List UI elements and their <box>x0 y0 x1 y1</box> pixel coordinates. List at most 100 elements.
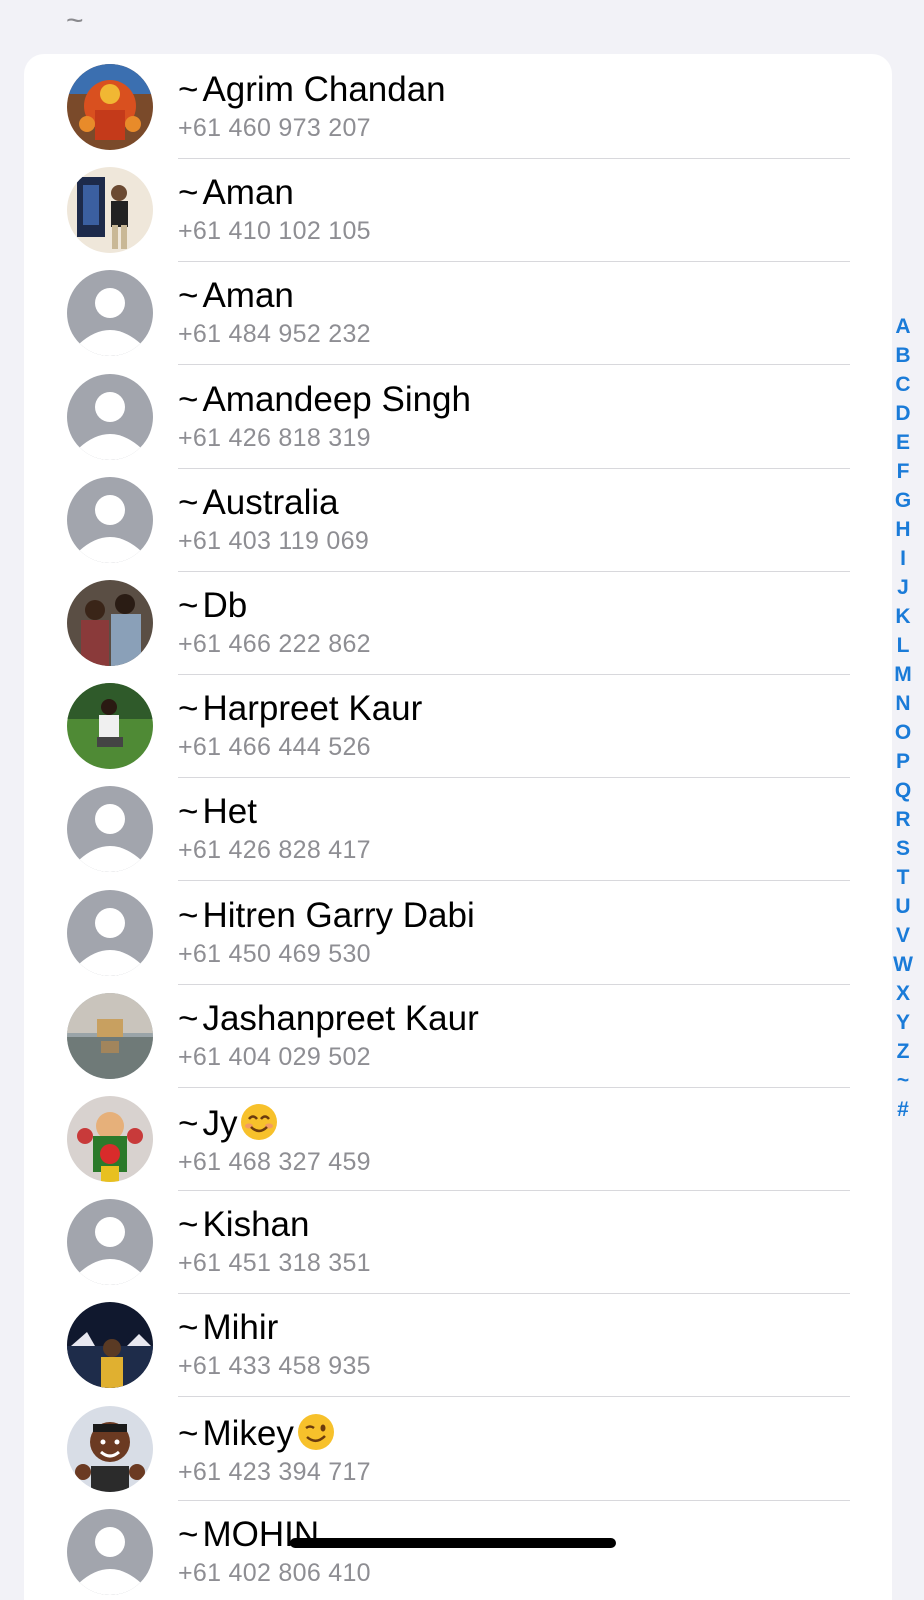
section-header: ~ <box>66 4 84 37</box>
contact-name-text: Harpreet Kaur <box>202 689 423 729</box>
contact-avatar <box>67 992 153 1079</box>
contact-name: ~ Mikey <box>178 1412 371 1454</box>
contact-row[interactable]: ~ Jy +61 468 327 459 <box>24 1086 892 1191</box>
index-letter[interactable]: A <box>895 312 910 341</box>
contact-name: ~ Het <box>178 792 371 832</box>
contact-row[interactable]: ~ Agrim Chandan +61 460 973 207 <box>24 54 892 159</box>
contact-name-text: Amandeep Singh <box>202 379 471 419</box>
default-person-icon <box>67 476 153 563</box>
contact-name-text: Db <box>202 586 248 625</box>
index-letter[interactable]: Q <box>895 776 911 805</box>
index-letter[interactable]: # <box>897 1095 909 1124</box>
contact-phone: +61 450 469 530 <box>178 939 371 968</box>
contact-row[interactable]: ~ Mihir +61 433 458 935 <box>24 1292 892 1398</box>
index-letter[interactable]: N <box>895 689 910 718</box>
contact-name: ~ MOHIN <box>178 1515 371 1555</box>
contact-avatar <box>67 1405 153 1492</box>
contact-row[interactable]: ~ Harpreet Kaur +61 466 444 526 <box>24 673 892 779</box>
index-letter[interactable]: G <box>895 486 911 515</box>
index-letter[interactable]: R <box>895 805 910 834</box>
tilde-prefix: ~ <box>178 1205 199 1245</box>
contact-name-text: Aman <box>202 276 294 316</box>
contact-phone: +61 468 327 459 <box>178 1148 371 1176</box>
default-person-icon <box>67 1508 153 1595</box>
index-letter[interactable]: O <box>895 718 911 747</box>
contact-phone: +61 451 318 351 <box>178 1249 371 1278</box>
tilde-prefix: ~ <box>178 1104 199 1143</box>
index-letter[interactable]: Y <box>896 1008 910 1037</box>
contact-avatar <box>67 580 153 666</box>
contact-phone: +61 426 828 417 <box>178 836 371 865</box>
contact-name-text: Mikey <box>202 1413 294 1453</box>
tilde-prefix: ~ <box>178 482 199 522</box>
contact-avatar <box>67 167 153 254</box>
contact-row[interactable]: ~ Het +61 426 828 417 <box>24 776 892 882</box>
index-letter[interactable]: D <box>895 399 910 428</box>
contact-name: ~ Agrim Chandan <box>178 70 446 110</box>
contact-row[interactable]: ~ Aman +61 410 102 105 <box>24 157 892 263</box>
index-letter[interactable]: E <box>896 428 910 457</box>
default-person-icon <box>67 1199 153 1286</box>
index-letter[interactable]: L <box>897 631 910 660</box>
contact-phone: +61 423 394 717 <box>178 1457 371 1486</box>
contact-avatar <box>67 1096 153 1182</box>
contact-name-text: Jy <box>202 1104 238 1143</box>
contact-row[interactable]: ~ Db +61 466 222 862 <box>24 570 892 675</box>
index-letter[interactable]: S <box>896 834 910 863</box>
index-letter[interactable]: C <box>895 370 910 399</box>
home-indicator <box>290 1538 616 1548</box>
contact-list[interactable]: ~ Agrim Chandan +61 460 973 207 ~ Aman +61 4… <box>24 54 892 1600</box>
index-letter[interactable]: K <box>895 602 910 631</box>
alphabet-index[interactable]: A B C D E F G H I J K L M N O P Q R S T U V W X Y Z ~ # <box>888 312 918 1124</box>
index-letter[interactable]: I <box>900 544 906 573</box>
contact-phone: +61 466 222 862 <box>178 630 371 658</box>
index-letter[interactable]: T <box>897 863 910 892</box>
contact-row[interactable]: ~ MOHIN +61 402 806 410 <box>24 1499 892 1600</box>
contact-name: ~ Db <box>178 586 371 626</box>
index-letter[interactable]: V <box>896 921 910 950</box>
tilde-prefix: ~ <box>178 1308 199 1348</box>
index-letter[interactable]: J <box>897 573 909 602</box>
contact-row[interactable]: ~ Mikey +61 423 394 717 <box>24 1396 892 1501</box>
index-letter[interactable]: H <box>895 515 910 544</box>
index-letter[interactable]: F <box>897 457 910 486</box>
contacts-screen: ~ ~ Agrim Chandan +61 460 973 207 ~ Aman +61… <box>0 0 924 1600</box>
contact-avatar <box>67 683 153 770</box>
contact-phone: +61 466 444 526 <box>178 733 371 762</box>
index-letter[interactable]: U <box>895 892 910 921</box>
contact-phone: +61 484 952 232 <box>178 320 371 349</box>
tilde-prefix: ~ <box>178 998 199 1038</box>
contact-name-text: Jashanpreet Kaur <box>202 998 479 1038</box>
index-letter[interactable]: Z <box>897 1037 910 1066</box>
smiling-face-emoji <box>241 1104 278 1140</box>
tilde-prefix: ~ <box>178 379 199 419</box>
default-person-icon <box>67 786 153 873</box>
tilde-prefix: ~ <box>178 70 199 109</box>
contact-name-text: Mihir <box>202 1308 279 1348</box>
contact-phone: +61 426 818 319 <box>178 423 371 452</box>
contact-name: ~ Hitren Garry Dabi <box>178 896 475 936</box>
default-person-icon <box>67 270 153 357</box>
contact-row[interactable]: ~ Australia +61 403 119 069 <box>24 467 892 572</box>
contact-name: ~ Jy <box>178 1102 371 1144</box>
index-letter[interactable]: X <box>896 979 910 1008</box>
contact-row[interactable]: ~ Amandeep Singh +61 426 818 319 <box>24 364 892 469</box>
contact-row[interactable]: ~ Aman +61 484 952 232 <box>24 260 892 366</box>
contact-name: ~ Aman <box>178 276 371 316</box>
contact-row[interactable]: ~ Hitren Garry Dabi +61 450 469 530 <box>24 880 892 985</box>
index-letter[interactable]: ~ <box>897 1066 909 1095</box>
tilde-prefix: ~ <box>178 1413 199 1453</box>
contact-phone: +61 433 458 935 <box>178 1352 371 1381</box>
index-letter[interactable]: W <box>893 950 913 979</box>
contact-name: ~ Australia <box>178 483 369 523</box>
contact-name-text: Australia <box>202 482 339 522</box>
contact-row[interactable]: ~ Kishan +61 451 318 351 <box>24 1189 892 1295</box>
index-letter[interactable]: P <box>896 747 910 776</box>
winking-face-emoji <box>297 1413 334 1450</box>
contact-phone: +61 403 119 069 <box>178 526 370 555</box>
index-letter[interactable]: B <box>895 341 910 370</box>
tilde-prefix: ~ <box>178 586 199 625</box>
contact-row[interactable]: ~ Jashanpreet Kaur +61 404 029 502 <box>24 983 892 1088</box>
contact-name: ~ Aman <box>178 173 371 213</box>
index-letter[interactable]: M <box>894 660 912 689</box>
